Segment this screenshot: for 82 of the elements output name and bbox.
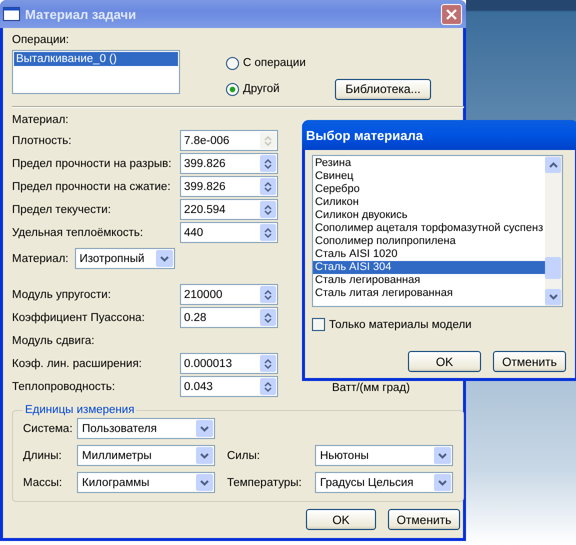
number-field[interactable]: 0.043 (180, 376, 278, 397)
list-item[interactable]: Свинец (313, 170, 545, 183)
dialog-button[interactable]: OK (306, 509, 376, 530)
spin-arrows-icon[interactable] (264, 380, 272, 392)
dropdown[interactable]: Изотропный (74, 248, 175, 269)
chevron-down-icon (548, 294, 558, 300)
field-label: Массы: (23, 476, 64, 488)
dropdown[interactable]: Ньютоны (315, 445, 453, 466)
dropdown[interactable]: Градусы Цельсия (315, 472, 453, 493)
material-list[interactable]: Резина Свинец Серебро Силикон Силикон двуокись Сополимер ацеталя торфомазутной суспенз Сополимер полипропилена Сталь AISI 1020 Сталь AISI 304 Сталь легированная Сталь литая легированная (312, 155, 563, 307)
radio-button[interactable] (226, 82, 239, 96)
spin-arrows-icon[interactable] (264, 204, 272, 216)
dropdown[interactable]: Миллиметры (77, 445, 215, 466)
field-label: Коэф. лин. расширения: (12, 358, 143, 370)
field-label: Система: (23, 422, 73, 434)
field-label: Модуль сдвига: (12, 334, 96, 346)
group-title: Единицы измерения (24, 404, 136, 416)
dropdown[interactable]: Килограммы (77, 472, 215, 493)
list-item[interactable]: Сталь AISI 1020 (313, 248, 545, 261)
number-field[interactable]: 440 (180, 222, 278, 243)
chevron-up-icon (548, 162, 558, 168)
field-label: Предел текучести: (12, 204, 112, 216)
dialog-button[interactable]: Отменить (493, 351, 566, 372)
list-item[interactable]: Сополимер полипропилена (313, 235, 545, 248)
field-label: Плотность: (12, 134, 72, 146)
close-icon (446, 8, 457, 20)
field-label: Силы: (227, 450, 261, 462)
chevron-down-icon (200, 480, 209, 486)
field-label: Удельная теплоёмкость: (12, 226, 144, 238)
field-label: Модуль упругости: (12, 288, 112, 300)
radio-label[interactable]: С операции (243, 57, 323, 69)
operations-list[interactable]: Выталкивание_0 () (12, 50, 180, 94)
number-field[interactable]: 399.826 (180, 153, 278, 174)
scroll-thumb[interactable] (545, 257, 561, 279)
chevron-down-icon (200, 452, 209, 458)
spin-arrows-icon[interactable] (264, 312, 272, 324)
radio-button[interactable] (226, 56, 239, 70)
field-label: Длины: (23, 450, 63, 462)
close-button[interactable] (441, 4, 462, 24)
units-note: Ватт/(мм град) (332, 382, 410, 394)
window-title: Материал задачи (25, 6, 138, 22)
dialog-title: Выбор материала (306, 128, 423, 142)
spin-arrows-icon[interactable] (264, 358, 272, 370)
radio-label[interactable]: Другой (243, 83, 323, 95)
spin-arrows-icon[interactable] (264, 180, 272, 192)
section-label: Материал: (12, 114, 70, 126)
list-item[interactable]: Сталь AISI 304 (313, 261, 545, 274)
list-item[interactable]: Резина (313, 157, 545, 170)
spin-arrows-icon[interactable] (264, 288, 272, 300)
list-item[interactable]: Силикон двуокись (313, 209, 545, 222)
checkbox-label[interactable]: Только материалы модели (329, 318, 472, 330)
dropdown[interactable]: Пользователя (77, 418, 215, 439)
list-item[interactable]: Сополимер ацеталя торфомазутной суспенз (313, 222, 545, 235)
list-item[interactable]: Выталкивание_0 () (14, 52, 178, 66)
field-label: Температуры: (227, 476, 303, 488)
chevron-down-icon (438, 452, 447, 458)
number-field[interactable]: 210000 (180, 284, 278, 305)
library-button[interactable]: Библиотека... (335, 78, 431, 100)
number-field[interactable]: 0.000013 (180, 353, 278, 374)
chevron-down-icon (160, 256, 169, 262)
field-label: Материал: (12, 252, 69, 264)
section-label: Операции: (12, 34, 70, 46)
checkbox[interactable] (312, 318, 325, 331)
number-field[interactable]: 399.826 (180, 176, 278, 197)
spin-arrows-icon[interactable] (264, 226, 272, 238)
scrollbar[interactable] (545, 156, 562, 306)
field-label: Предел прочности на разрыв: (12, 158, 172, 170)
list-item[interactable]: Сталь литая легированная (313, 287, 545, 300)
field-label: Теплопроводность: (12, 380, 116, 392)
dialog-button[interactable]: Отменить (388, 509, 460, 530)
spin-arrows-icon[interactable] (264, 158, 272, 170)
field-label: Предел прочности на сжатие: (12, 180, 172, 192)
list-item[interactable]: Серебро (313, 183, 545, 196)
dialog-button[interactable]: OK (408, 351, 481, 372)
window-icon (3, 7, 20, 21)
list-item[interactable]: Сталь легированная (313, 274, 545, 287)
list-item[interactable]: Силикон (313, 196, 545, 209)
number-field[interactable]: 220.594 (180, 199, 278, 220)
field-label: Коэффициент Пуассона: (12, 312, 146, 324)
number-field[interactable]: 0.28 (180, 307, 278, 328)
chevron-down-icon (200, 426, 209, 432)
chevron-down-icon (438, 480, 447, 486)
